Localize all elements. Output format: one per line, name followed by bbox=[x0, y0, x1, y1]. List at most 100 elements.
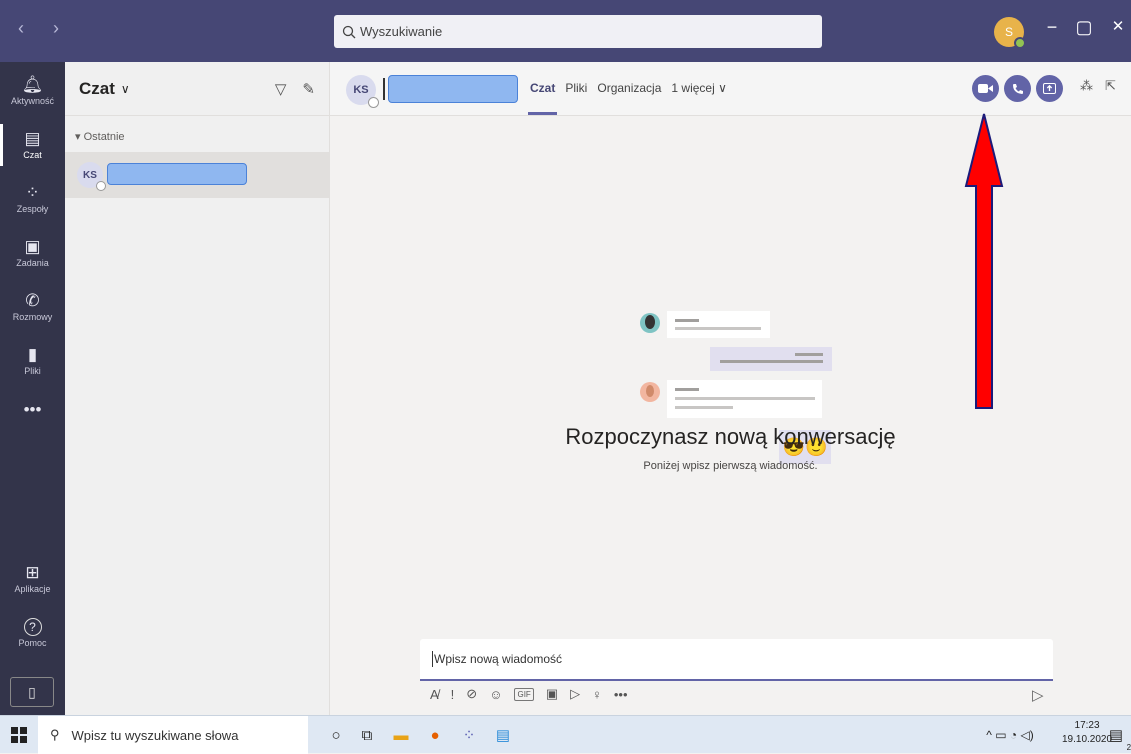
video-call-button[interactable] bbox=[972, 75, 999, 102]
new-chat-icon[interactable]: ✎ bbox=[302, 80, 315, 98]
avatar: KS bbox=[77, 162, 106, 191]
rail-item-aktywnosc[interactable]: 🔔︎ Aktywność bbox=[0, 64, 65, 118]
tab-organizacja[interactable]: Organizacja bbox=[597, 81, 661, 95]
chat-list-pane: Czat ∨ ▽ ✎ ▾ Ostatnie KS bbox=[65, 62, 330, 715]
chat-main: KS Czat Pliki Organizacja 1 więcej ∨ ⁂ ⇱ bbox=[330, 62, 1131, 715]
avatar-initials: KS bbox=[83, 169, 97, 181]
bell-icon: 🔔︎ bbox=[21, 75, 44, 94]
composer-toolbar: A̸ ! ⊘ ☺ GIF ▣ ▷ ♀ ••• bbox=[430, 686, 628, 702]
chat-bubble-mine bbox=[710, 347, 832, 371]
section-label: Ostatnie bbox=[83, 131, 125, 143]
apps-icon: ⊞ bbox=[25, 563, 40, 582]
annotation-arrow-icon bbox=[964, 113, 1004, 409]
text-caret bbox=[432, 651, 433, 667]
os-taskbar: ⚲ Wpisz tu wyszukiwane słowa ○ ⧉ ▬ ● ⁘ ▤… bbox=[0, 715, 1131, 754]
avatar-initials: KS bbox=[353, 84, 369, 96]
message-input[interactable]: Wpisz nową wiadomość bbox=[420, 639, 1053, 681]
person-avatar-icon bbox=[640, 313, 660, 333]
search-icon bbox=[342, 25, 356, 38]
section-recent[interactable]: ▾ Ostatnie bbox=[65, 116, 329, 152]
empty-state-subtitle: Poniżej wpisz pierwszą wiadomość. bbox=[643, 460, 818, 472]
rail-item-zadania[interactable]: ▣ Zadania bbox=[0, 226, 65, 280]
search-input[interactable]: Wyszukiwanie bbox=[334, 15, 822, 48]
maximize-button[interactable]: ▢ bbox=[1072, 17, 1096, 38]
format-icon[interactable]: A̸ bbox=[430, 687, 439, 702]
meet-now-icon[interactable]: ▷ bbox=[570, 686, 580, 702]
message-placeholder: Wpisz nową wiadomość bbox=[434, 652, 563, 666]
rail-item-aplikacje[interactable]: ⊞ Aplikacje bbox=[0, 552, 65, 606]
more-options-icon[interactable]: ••• bbox=[614, 687, 628, 702]
help-icon: ? bbox=[23, 618, 42, 636]
person-avatar-icon bbox=[640, 382, 660, 402]
avatar[interactable]: KS bbox=[346, 75, 379, 108]
search-icon: ⚲ bbox=[50, 727, 60, 742]
gif-icon[interactable]: GIF bbox=[514, 687, 534, 701]
praise-icon[interactable]: ♀ bbox=[592, 687, 602, 702]
download-mobile-button[interactable]: ▯ bbox=[10, 677, 54, 707]
taskbar-search-placeholder: Wpisz tu wyszukiwane słowa bbox=[71, 727, 239, 743]
rail-item-zespoly[interactable]: ⁘ Zespoły bbox=[0, 172, 65, 226]
chat-bubble bbox=[667, 311, 770, 338]
video-camera-icon bbox=[978, 84, 993, 93]
rail-label: Aplikacje bbox=[14, 584, 51, 594]
files-icon: ▮ bbox=[27, 345, 38, 364]
presence-offline-icon bbox=[368, 97, 379, 108]
system-tray-icons[interactable]: ^ ▭ ◔ ◁) bbox=[975, 724, 1045, 746]
tab-pliki[interactable]: Pliki bbox=[565, 81, 587, 95]
rail-label: Aktywność bbox=[10, 96, 54, 106]
emoji-icon[interactable]: ☺ bbox=[489, 687, 502, 702]
audio-call-button[interactable] bbox=[1004, 75, 1031, 102]
chat-list-title[interactable]: Czat bbox=[79, 79, 115, 99]
chat-list-header: Czat ∨ ▽ ✎ bbox=[65, 62, 329, 116]
firefox-icon[interactable]: ● bbox=[424, 724, 446, 746]
document-app-icon[interactable]: ▤ bbox=[492, 724, 514, 746]
chat-bubble bbox=[667, 380, 822, 418]
list-item[interactable]: KS bbox=[65, 152, 329, 198]
attach-icon[interactable]: ⊘ bbox=[466, 686, 477, 702]
tab-more[interactable]: 1 więcej ∨ bbox=[671, 81, 726, 95]
rail-item-pliki[interactable]: ▮ Pliki bbox=[0, 334, 65, 388]
name-divider bbox=[383, 78, 385, 100]
popout-icon[interactable]: ⇱ bbox=[1105, 78, 1116, 94]
rail-label: Pliki bbox=[24, 366, 41, 376]
rail-more-button[interactable]: ••• bbox=[0, 384, 65, 438]
important-icon[interactable]: ! bbox=[451, 687, 455, 702]
sticker-icon[interactable]: ▣ bbox=[546, 686, 558, 702]
user-avatar[interactable]: S bbox=[994, 17, 1026, 49]
minimize-button[interactable]: − bbox=[1040, 17, 1064, 38]
user-initial: S bbox=[1004, 25, 1013, 39]
mobile-device-icon: ▯ bbox=[28, 683, 36, 700]
rail-item-czat[interactable]: ▤ Czat bbox=[0, 118, 65, 172]
presence-offline-icon bbox=[96, 181, 106, 191]
rail-item-rozmowy[interactable]: ✆ Rozmowy bbox=[0, 280, 65, 334]
file-explorer-icon[interactable]: ▬ bbox=[390, 724, 412, 746]
cortana-icon[interactable]: ○ bbox=[325, 724, 347, 746]
title-bar: ‹ › Wyszukiwanie S − ▢ ✕ bbox=[0, 0, 1131, 62]
filter-icon[interactable]: ▽ bbox=[275, 80, 287, 98]
redacted-name bbox=[107, 163, 247, 185]
rail-item-pomoc[interactable]: ? Pomoc bbox=[0, 606, 65, 660]
empty-state-title: Rozpoczynasz nową konwersację bbox=[565, 424, 896, 449]
chat-header: KS Czat Pliki Organizacja 1 więcej ∨ ⁂ ⇱ bbox=[330, 62, 1131, 116]
windows-start-icon[interactable] bbox=[8, 724, 30, 746]
phone-icon bbox=[1012, 83, 1023, 94]
task-view-icon[interactable]: ⧉ bbox=[356, 724, 378, 746]
notifications-icon[interactable]: ▤ 2 bbox=[1105, 724, 1131, 752]
send-button[interactable]: ▷ bbox=[1032, 686, 1044, 704]
close-button[interactable]: ✕ bbox=[1106, 17, 1130, 35]
taskbar-search-input[interactable]: ⚲ Wpisz tu wyszukiwane słowa bbox=[38, 716, 308, 754]
share-screen-button[interactable] bbox=[1036, 75, 1063, 102]
chevron-down-icon[interactable]: ∨ bbox=[121, 82, 130, 96]
back-forward-nav[interactable]: ‹ › bbox=[18, 18, 71, 39]
more-icon: ••• bbox=[23, 400, 42, 419]
tab-czat[interactable]: Czat bbox=[527, 81, 558, 115]
notification-count: 2 bbox=[1126, 743, 1131, 752]
redacted-name bbox=[388, 75, 518, 103]
phone-icon: ✆ bbox=[25, 291, 40, 310]
teams-taskbar-icon[interactable]: ⁘ bbox=[458, 724, 480, 746]
add-people-icon[interactable]: ⁂ bbox=[1080, 78, 1093, 94]
presence-available-icon bbox=[1014, 37, 1026, 49]
assignments-icon: ▣ bbox=[24, 237, 41, 256]
search-placeholder: Wyszukiwanie bbox=[360, 24, 443, 39]
teams-icon: ⁘ bbox=[25, 183, 40, 202]
